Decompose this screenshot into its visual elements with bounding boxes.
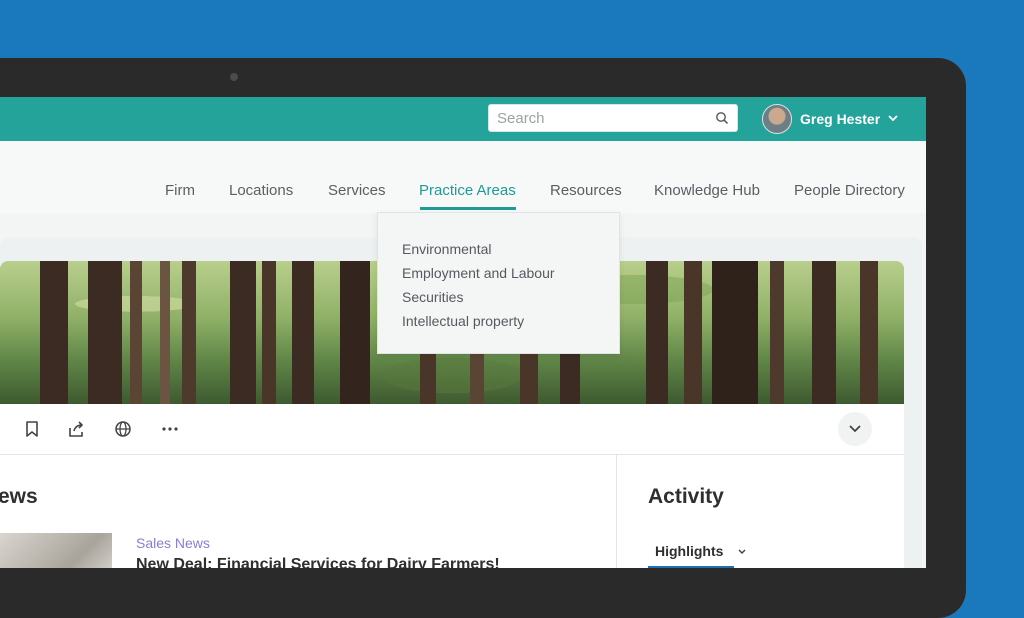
tree-trunk — [262, 261, 276, 404]
news-thumbnail[interactable] — [0, 533, 112, 568]
nav-item-resources[interactable]: Resources — [550, 182, 622, 199]
share-icon[interactable] — [66, 419, 86, 439]
tree-trunk — [130, 261, 142, 404]
chevron-down-icon — [849, 425, 861, 433]
bookmark-icon[interactable] — [22, 419, 42, 439]
globe-icon[interactable] — [113, 419, 133, 439]
news-headline-link[interactable]: New Deal: Financial Services for Dairy F… — [136, 556, 500, 568]
nav-item-practice-areas[interactable]: Practice Areas — [419, 182, 516, 199]
highlights-filter[interactable]: Highlights — [655, 543, 723, 559]
practice-areas-dropdown: Environmental Employment and Labour Secu… — [377, 212, 620, 354]
tree-trunk — [160, 261, 170, 404]
tree-trunk — [860, 261, 878, 404]
tree-trunk — [182, 261, 196, 404]
webcam — [230, 73, 238, 81]
nav-item-knowledge-hub[interactable]: Knowledge Hub — [654, 182, 760, 199]
tree-trunk — [292, 261, 314, 404]
user-name[interactable]: Greg Hester — [800, 111, 880, 127]
expand-button[interactable] — [838, 412, 872, 446]
action-bar — [0, 404, 904, 455]
nav-item-people-directory[interactable]: People Directory — [794, 182, 905, 199]
search-box[interactable] — [488, 104, 738, 132]
news-category-link[interactable]: Sales News — [136, 535, 210, 551]
nav-item-firm[interactable]: Firm — [165, 182, 195, 199]
search-input[interactable] — [497, 109, 707, 127]
chevron-down-icon[interactable] — [887, 112, 899, 124]
news-heading: ews — [0, 485, 38, 508]
tree-trunk — [684, 261, 702, 404]
activity-heading: Activity — [648, 485, 724, 508]
screen: Greg Hester Firm Locations Services Prac… — [0, 97, 926, 568]
dropdown-item-environmental[interactable]: Environmental — [402, 241, 492, 257]
main-nav — [0, 141, 926, 213]
chevron-down-icon[interactable] — [737, 547, 747, 557]
nav-item-services[interactable]: Services — [328, 182, 386, 199]
active-tab-indicator — [420, 207, 516, 210]
tree-trunk — [230, 261, 256, 404]
tree-trunk — [646, 261, 668, 404]
top-bar: Greg Hester — [0, 97, 926, 141]
tree-trunk — [770, 261, 784, 404]
dropdown-item-employment-and-labour[interactable]: Employment and Labour — [402, 265, 555, 281]
dropdown-item-intellectual-property[interactable]: Intellectual property — [402, 313, 524, 329]
tree-trunk — [88, 261, 122, 404]
column-divider — [616, 455, 617, 568]
nav-item-locations[interactable]: Locations — [229, 182, 293, 199]
tree-trunk — [712, 261, 758, 404]
more-options-icon[interactable] — [160, 419, 180, 439]
tree-trunk — [340, 261, 370, 404]
tree-trunk — [812, 261, 836, 404]
avatar[interactable] — [762, 104, 792, 134]
dropdown-item-securities[interactable]: Securities — [402, 289, 463, 305]
tree-trunk — [40, 261, 68, 404]
search-icon[interactable] — [715, 111, 729, 125]
